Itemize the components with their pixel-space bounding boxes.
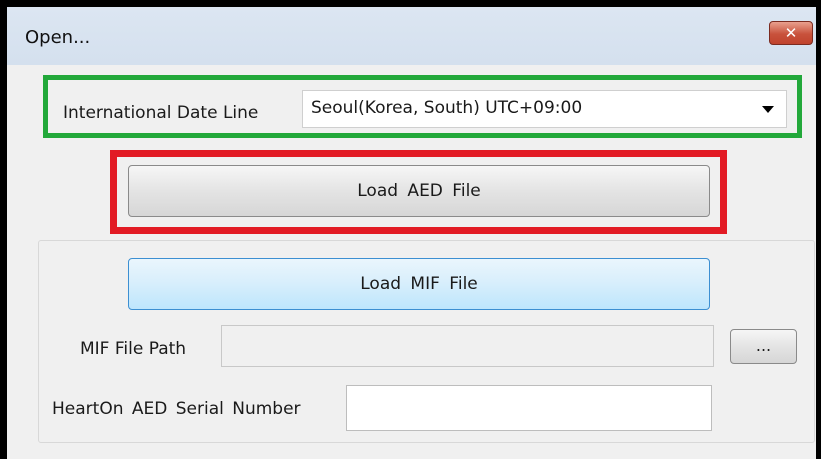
close-button[interactable]: ✕: [769, 21, 813, 45]
title-bar: Open... ✕: [7, 7, 816, 65]
load-aed-file-button[interactable]: Load AED File: [128, 165, 710, 217]
window-title: Open...: [25, 27, 91, 48]
timezone-dropdown[interactable]: Seoul(Korea, South) UTC+09:00: [302, 90, 787, 128]
close-icon: ✕: [784, 24, 798, 42]
serial-number-label: HeartOn AED Serial Number: [52, 399, 301, 419]
open-dialog: Open... ✕ International Date Line Seoul(…: [4, 6, 816, 459]
dialog-content: International Date Line Seoul(Korea, Sou…: [7, 65, 816, 459]
timezone-selected-value: Seoul(Korea, South) UTC+09:00: [311, 98, 583, 118]
load-mif-file-button[interactable]: Load MIF File: [128, 258, 710, 310]
browse-button[interactable]: ...: [730, 329, 797, 364]
serial-number-field[interactable]: [346, 385, 712, 431]
chevron-down-icon: [762, 106, 774, 113]
timezone-label: International Date Line: [63, 103, 259, 123]
mif-file-path-field[interactable]: [221, 325, 714, 367]
mif-file-path-label: MIF File Path: [80, 339, 187, 359]
